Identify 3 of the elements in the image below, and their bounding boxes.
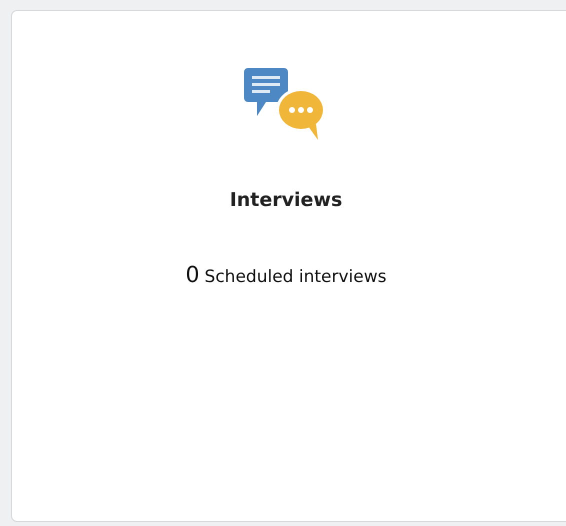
card-title: Interviews [230,189,342,211]
count-label: Scheduled interviews [204,267,386,287]
interview-count: 0 [186,263,200,288]
